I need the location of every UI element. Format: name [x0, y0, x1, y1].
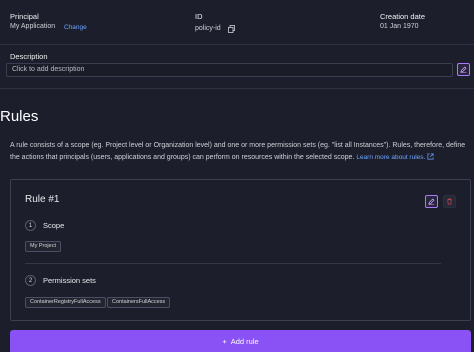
permission-chip[interactable]: ContainerRegistryFullAccess	[25, 297, 106, 308]
description-label: Description	[10, 52, 48, 61]
trash-icon	[447, 198, 452, 205]
change-principal-link[interactable]: Change	[64, 24, 87, 31]
permission-sets-label: Permission sets	[43, 276, 96, 285]
description-field[interactable]: Click to add description	[6, 63, 453, 77]
add-rule-button[interactable]: + Add rule	[10, 330, 471, 352]
add-rule-label: Add rule	[230, 336, 259, 346]
plus-icon: +	[222, 336, 227, 346]
permission-chip[interactable]: ContainersFullAccess	[107, 297, 171, 308]
rule-title: Rule #1	[25, 194, 60, 205]
scope-label: Scope	[43, 221, 65, 230]
scope-chip[interactable]: My Project	[25, 241, 61, 252]
external-link-icon[interactable]	[427, 153, 434, 161]
edit-description-button[interactable]	[457, 63, 470, 76]
creation-date-value: 01 Jan 1970	[380, 23, 419, 30]
delete-rule-button[interactable]	[443, 195, 456, 208]
learn-more-link[interactable]: Learn more about rules.	[356, 154, 425, 161]
step-number: 1	[25, 220, 36, 231]
step-number: 2	[25, 275, 36, 286]
edit-icon	[428, 198, 435, 205]
rule-card: Rule #1 1 Scope My Project 2 Permission …	[10, 179, 471, 321]
edit-icon	[460, 66, 467, 73]
id-value: policy-id	[195, 25, 221, 32]
principal-value: My Application	[10, 23, 56, 30]
id-label: ID	[195, 12, 203, 21]
creation-date-label: Creation date	[380, 12, 426, 21]
principal-label: Principal	[10, 12, 39, 21]
copy-icon[interactable]	[228, 25, 235, 35]
divider	[0, 44, 474, 45]
rules-intro: A rule consists of a scope (eg. Project …	[10, 140, 470, 164]
divider	[0, 88, 474, 89]
rules-heading: Rules	[0, 108, 39, 125]
divider	[25, 263, 441, 264]
edit-rule-button[interactable]	[425, 195, 438, 208]
